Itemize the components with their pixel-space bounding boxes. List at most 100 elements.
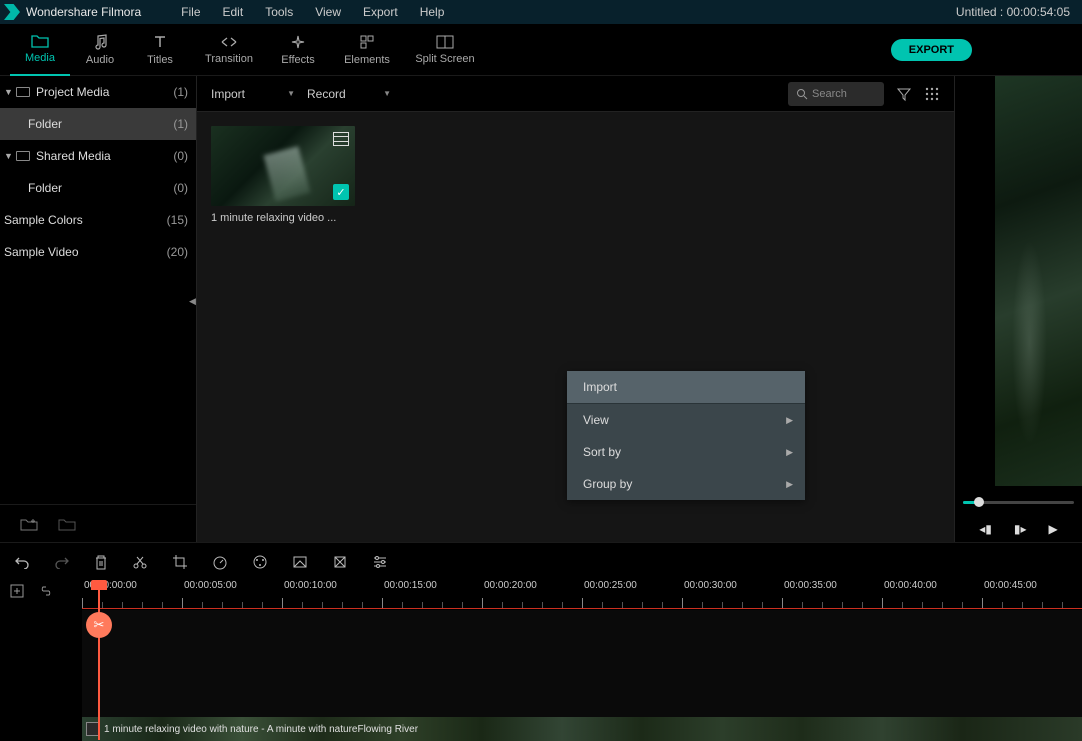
chevron-down-icon: ▼ [4,151,14,161]
grid-view-icon[interactable] [924,86,940,102]
delete-button[interactable] [94,554,108,570]
split-screen-icon [436,35,454,49]
app-name: Wondershare Filmora [26,5,141,19]
playhead-marker[interactable] [91,580,107,590]
crop-button[interactable] [172,554,188,570]
context-menu-group-by[interactable]: Group by ▶ [567,468,805,500]
playhead-split-handle[interactable]: ✂ [86,612,112,638]
sidebar-item-folder[interactable]: Folder (0) [0,172,196,204]
menu-tools[interactable]: Tools [265,5,293,19]
undo-button[interactable] [14,555,30,569]
tab-elements[interactable]: Elements [328,24,406,76]
speed-button[interactable] [212,554,228,570]
tab-audio[interactable]: Audio [70,24,130,76]
music-note-icon [92,34,108,50]
sidebar-item-count: (0) [173,149,188,163]
sidebar-item-project-media[interactable]: ▼ Project Media (1) [0,76,196,108]
timeline: 00:00:00:0000:00:05:0000:00:10:0000:00:1… [0,580,1082,741]
media-sidebar: ▼ Project Media (1) Folder (1) ▼ Shared … [0,76,196,542]
menu-item-label: Group by [583,477,632,491]
timeline-tracks[interactable]: 00:00:00:0000:00:05:0000:00:10:0000:00:1… [82,580,1082,741]
playhead-line[interactable] [98,580,100,740]
sidebar-item-folder[interactable]: Folder (1) [0,108,196,140]
elements-icon [359,34,375,50]
scrubber-track [963,501,1074,504]
timeline-gutter [0,580,74,741]
chevron-right-icon: ▶ [786,447,793,458]
menu-view[interactable]: View [315,5,341,19]
timeline-clip[interactable]: 1 minute relaxing video with nature - A … [82,717,1082,741]
ruler-tick-label: 00:00:05:00 [184,580,237,591]
main-content-row: ▼ Project Media (1) Folder (1) ▼ Shared … [0,76,1082,542]
media-thumbnail: ✓ [211,126,355,206]
timeline-toolbar [0,542,1082,580]
context-menu-view[interactable]: View ▶ [567,404,805,436]
tab-label: Media [25,52,55,64]
adjust-button[interactable] [372,555,388,569]
chevron-down-icon: ▼ [4,87,14,97]
record-dropdown[interactable]: Record ▼ [307,83,391,105]
scrubber-thumb[interactable] [974,497,984,507]
search-input[interactable]: Search [788,82,884,106]
text-icon [152,34,168,50]
tab-split-screen[interactable]: Split Screen [406,24,484,76]
tab-label: Effects [281,54,314,66]
ruler-tick-label: 00:00:30:00 [684,580,737,591]
timeline-ruler[interactable]: 00:00:00:0000:00:05:0000:00:10:0000:00:1… [82,580,1082,610]
import-dropdown[interactable]: Import ▼ [211,83,295,105]
green-screen-button[interactable] [292,554,308,570]
sidebar-item-label: Folder [28,117,173,131]
add-folder-icon[interactable] [20,517,38,531]
media-toolbar: Import ▼ Record ▼ Search [197,76,954,112]
chevron-right-icon: ▶ [786,415,793,426]
link-icon[interactable] [38,585,54,597]
used-check-icon: ✓ [333,184,349,200]
menu-edit[interactable]: Edit [223,5,244,19]
sidebar-item-label: Shared Media [36,149,173,163]
menu-file[interactable]: File [181,5,200,19]
clip-label: 1 minute relaxing video with nature - A … [104,724,418,735]
menu-help[interactable]: Help [420,5,445,19]
context-menu-sort-by[interactable]: Sort by ▶ [567,436,805,468]
tab-media[interactable]: Media [10,24,70,76]
search-icon [796,88,808,100]
sidebar-collapse-handle[interactable]: ◀ [189,296,199,316]
media-item[interactable]: ✓ 1 minute relaxing video ... [211,126,355,224]
next-frame-button[interactable]: ▶ [1049,522,1058,536]
sidebar-item-label: Folder [28,181,173,195]
color-button[interactable] [252,554,268,570]
tab-titles[interactable]: Titles [130,24,190,76]
preview-video [995,76,1082,486]
filter-icon[interactable] [896,86,912,102]
sidebar-item-label: Sample Video [4,245,167,259]
keyframe-button[interactable] [332,554,348,570]
sidebar-item-label: Project Media [36,85,173,99]
play-pause-button[interactable]: ▮▸ [1014,522,1027,536]
tab-label: Audio [86,54,114,66]
menu-item-label: View [583,413,609,427]
sidebar-item-sample-colors[interactable]: Sample Colors (15) [0,204,196,236]
preview-controls: ◂▮ ▮▸ ▶ [955,522,1082,536]
folder-icon [16,87,30,97]
dropdown-label: Record [307,87,346,101]
tab-transition[interactable]: Transition [190,24,268,76]
tab-effects[interactable]: Effects [268,24,328,76]
add-track-icon[interactable] [10,584,24,598]
title-bar: Wondershare Filmora File Edit Tools View… [0,0,1082,24]
project-title-timecode: Untitled : 00:00:54:05 [956,5,1070,19]
preview-scrubber[interactable] [963,501,1074,504]
export-button[interactable]: EXPORT [891,39,972,61]
menu-export[interactable]: Export [363,5,398,19]
prev-frame-button[interactable]: ◂▮ [979,522,992,536]
media-panel: Import ▼ Record ▼ Search [196,76,955,542]
sidebar-item-sample-video[interactable]: Sample Video (20) [0,236,196,268]
sidebar-bottom-toolbar [0,504,196,542]
split-button[interactable] [132,554,148,570]
folder-icon[interactable] [58,517,76,531]
redo-button[interactable] [54,555,70,569]
preview-panel: ◂▮ ▮▸ ▶ [955,76,1082,542]
sidebar-item-count: (0) [173,181,188,195]
sidebar-item-shared-media[interactable]: ▼ Shared Media (0) [0,140,196,172]
context-menu-import[interactable]: Import [567,371,805,403]
track-area[interactable]: 1 minute relaxing video with nature - A … [82,610,1082,741]
